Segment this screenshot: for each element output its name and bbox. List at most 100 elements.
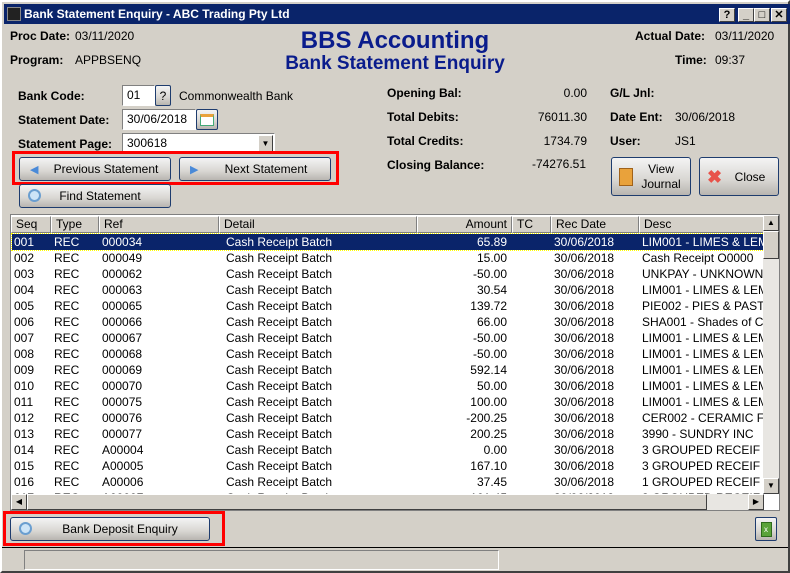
cell-type: REC [54, 331, 80, 345]
cell-desc: SHA001 - Shades of C [642, 315, 764, 329]
column-header-seq[interactable]: Seq [11, 216, 51, 233]
bank-code-label: Bank Code: [18, 89, 85, 103]
table-row[interactable]: 009 REC 000069 Cash Receipt Batch 592.14 30/0… [12, 362, 768, 378]
horizontal-scroll-thumb[interactable] [27, 494, 707, 510]
column-header-tc[interactable]: TC [512, 216, 551, 233]
statement-page-value: 300618 [127, 136, 168, 150]
cell-ref: 000077 [102, 427, 143, 441]
cell-seq: 013 [14, 427, 35, 441]
table-row[interactable]: 005 REC 000065 Cash Receipt Batch 139.72 30/0… [12, 298, 765, 314]
cell-desc: LIM001 - LIMES & LEM [642, 363, 768, 377]
cell-seq: 008 [14, 347, 35, 361]
bank-deposit-enquiry-button[interactable]: Bank Deposit Enquiry [10, 517, 210, 541]
cell-type: REC [54, 475, 80, 489]
divider [2, 547, 788, 548]
table-row[interactable]: 016 REC A00006 Cash Receipt Batch 37.45 30/06… [12, 474, 764, 490]
scroll-up-button[interactable]: ▲ [763, 215, 779, 231]
cell-rec-date: 30/06/2018 [554, 427, 615, 441]
cell-ref: 000075 [102, 395, 143, 409]
previous-statement-button[interactable]: ◀ Previous Statement [19, 157, 171, 181]
proc-date: 03/11/2020 [75, 29, 135, 43]
column-header-amount[interactable]: Amount [417, 216, 512, 233]
next-statement-button[interactable]: ▶ Next Statement [179, 157, 331, 181]
cell-ref: 000067 [102, 331, 143, 345]
minimize-button[interactable]: _ [738, 8, 754, 22]
column-header-detail[interactable]: Detail [219, 216, 417, 233]
close-x-icon: ✖ [707, 167, 723, 187]
bank-name: Commonwealth Bank [179, 89, 294, 103]
chevron-down-icon[interactable]: ▼ [258, 135, 273, 152]
table-row[interactable]: 007 REC 000067 Cash Receipt Batch -50.00 30/0… [12, 330, 768, 346]
cell-amount: -200.25 [466, 411, 507, 425]
cell-amount: 200.25 [470, 427, 507, 441]
horizontal-scrollbar[interactable]: ◀ ▶ [11, 494, 764, 510]
actual-date-label: Actual Date: [635, 29, 706, 43]
table-row[interactable]: 015 REC A00005 Cash Receipt Batch 167.10 30/0… [12, 458, 764, 474]
close-button[interactable]: ✖ Close [699, 157, 779, 196]
cell-seq: 004 [14, 283, 35, 297]
table-row[interactable]: 004 REC 000063 Cash Receipt Batch 30.54 30/06… [12, 282, 768, 298]
table-row[interactable]: 003 REC 000062 Cash Receipt Batch -50.00 30/0… [12, 266, 764, 282]
cell-seq: 012 [14, 411, 35, 425]
close-window-button[interactable]: ✕ [771, 8, 787, 22]
cell-seq: 006 [14, 315, 35, 329]
table-row[interactable]: 008 REC 000068 Cash Receipt Batch -50.00 30/0… [12, 346, 768, 362]
column-header-type[interactable]: Type [51, 216, 99, 233]
window-title: Bank Statement Enquiry - ABC Trading Pty… [24, 7, 290, 21]
scroll-right-button[interactable]: ▶ [748, 494, 764, 510]
vertical-scroll-thumb[interactable] [763, 231, 779, 259]
table-row[interactable]: 014 REC A00004 Cash Receipt Batch 0.00 30/06/… [12, 442, 764, 458]
column-header-desc[interactable]: Desc [639, 216, 767, 233]
cell-amount: -50.00 [472, 331, 507, 345]
cell-desc: UNKPAY - UNKNOWN [642, 267, 764, 281]
cell-detail: Cash Receipt Batch [226, 459, 333, 473]
cell-rec-date: 30/06/2018 [554, 395, 615, 409]
cell-type: REC [54, 411, 80, 425]
export-excel-button[interactable]: x [755, 517, 777, 541]
table-row[interactable]: 012 REC 000076 Cash Receipt Batch -200.25 30/… [12, 410, 764, 426]
vertical-scrollbar[interactable]: ▲ ▼ [763, 215, 779, 494]
cell-detail: Cash Receipt Batch [226, 331, 333, 345]
table-row[interactable]: 013 REC 000077 Cash Receipt Batch 200.25 30/0… [12, 426, 764, 442]
column-header-rec-date[interactable]: Rec Date [551, 216, 639, 233]
cell-type: REC [54, 443, 80, 457]
cell-rec-date: 30/06/2018 [554, 267, 615, 281]
cell-amount: -50.00 [472, 267, 507, 281]
table-row[interactable]: 010 REC 000070 Cash Receipt Batch 50.00 30/06… [12, 378, 768, 394]
table-row[interactable]: 001 REC 000034 Cash Receipt Batch 65.89 30/06… [11, 233, 768, 251]
user: JS1 [675, 134, 696, 148]
cell-rec-date: 30/06/2018 [554, 475, 615, 489]
view-journal-button[interactable]: View Journal [611, 157, 691, 196]
cell-detail: Cash Receipt Batch [226, 267, 333, 281]
total-debits-label: Total Debits: [387, 110, 459, 124]
cell-seq: 009 [14, 363, 35, 377]
cell-detail: Cash Receipt Batch [226, 299, 333, 313]
scroll-down-button[interactable]: ▼ [763, 478, 779, 494]
statement-date-label: Statement Date: [18, 113, 110, 127]
cell-ref: A00004 [102, 443, 144, 457]
cell-amount: 592.14 [470, 363, 507, 377]
table-row[interactable]: 006 REC 000066 Cash Receipt Batch 66.00 30/06… [12, 314, 764, 330]
find-statement-button[interactable]: Find Statement [19, 184, 171, 208]
cell-ref: 000076 [102, 411, 143, 425]
cell-rec-date: 30/06/2018 [554, 283, 615, 297]
column-header-ref[interactable]: Ref [99, 216, 219, 233]
time: 09:37 [715, 53, 746, 67]
cell-seq: 003 [14, 267, 35, 281]
view-journal-label-1: View [648, 161, 674, 176]
magnifier-icon [28, 189, 41, 202]
bank-code-input[interactable]: 01 [122, 85, 155, 106]
program: APPBSENQ [75, 53, 142, 67]
calendar-button[interactable] [196, 109, 218, 130]
table-row[interactable]: 002 REC 000049 Cash Receipt Batch 15.00 30/06… [12, 250, 764, 266]
cell-type: REC [54, 395, 80, 409]
table-row[interactable]: 011 REC 000075 Cash Receipt Batch 100.00 30/0… [12, 394, 768, 410]
help-button[interactable]: ? [719, 8, 735, 22]
cell-desc: LIM001 - LIMES & LEM [642, 283, 768, 297]
scroll-left-button[interactable]: ◀ [11, 494, 27, 510]
statement-date-input[interactable]: 30/06/2018 [122, 109, 196, 130]
maximize-button[interactable]: □ [754, 8, 770, 22]
cell-detail: Cash Receipt Batch [226, 379, 333, 393]
bank-code-lookup-button[interactable]: ? [155, 85, 171, 106]
cell-detail: Cash Receipt Batch [226, 347, 333, 361]
